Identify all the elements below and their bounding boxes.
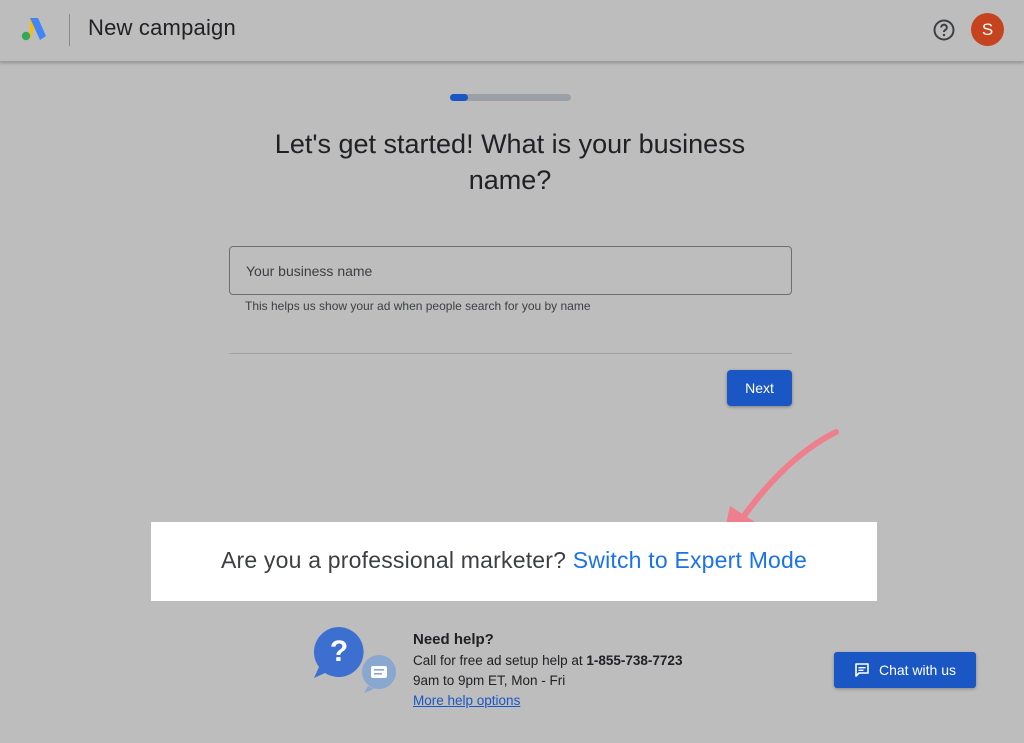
google-ads-logo[interactable]	[20, 16, 48, 42]
top-bar: New campaign S	[0, 0, 1024, 62]
section-divider	[229, 353, 792, 354]
help-call-text: Call for free ad setup help at	[413, 653, 583, 668]
page: New campaign S Let's get started! What i…	[0, 0, 1024, 743]
page-title: New campaign	[88, 15, 236, 40]
help-call-line: Call for free ad setup help at 1-855-738…	[413, 653, 682, 668]
help-circle-icon[interactable]	[932, 18, 956, 42]
help-chat-bubbles-icon: ?	[314, 627, 396, 693]
chat-with-us-button[interactable]: Chat with us	[834, 652, 976, 688]
chat-button-label: Chat with us	[878, 662, 957, 678]
avatar[interactable]: S	[971, 13, 1004, 46]
expert-mode-callout: Are you a professional marketer? Switch …	[151, 522, 877, 601]
progress-fill	[450, 94, 469, 101]
business-name-input[interactable]	[229, 246, 792, 295]
switch-to-expert-mode-link[interactable]: Switch to Expert Mode	[573, 547, 807, 573]
next-button[interactable]: Next	[727, 370, 792, 406]
expert-mode-line: Are you a professional marketer? Switch …	[151, 547, 877, 574]
progress-bar	[450, 94, 571, 101]
help-hours: 9am to 9pm ET, Mon - Fri	[413, 673, 566, 688]
more-help-options-link[interactable]: More help options	[413, 693, 520, 708]
help-title: Need help?	[413, 631, 494, 648]
chat-icon	[855, 663, 869, 677]
help-phone-number[interactable]: 1-855-738-7723	[586, 653, 682, 668]
step-heading: Let's get started! What is your business…	[274, 129, 746, 195]
input-helper-text: This helps us show your ad when people s…	[245, 299, 591, 313]
svg-text:?: ?	[330, 635, 348, 668]
header-divider	[69, 14, 70, 46]
expert-mode-prompt: Are you a professional marketer?	[220, 547, 567, 573]
